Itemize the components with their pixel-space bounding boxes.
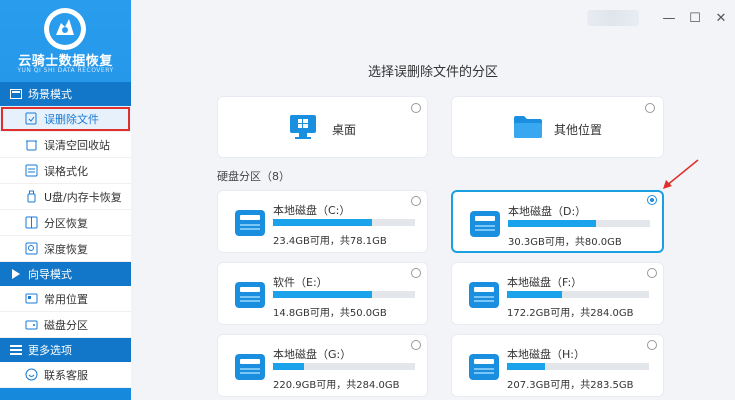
- drive-radio[interactable]: [411, 268, 421, 278]
- sidebar-item-disk-partition[interactable]: 磁盘分区: [0, 312, 131, 338]
- desktop-icon: [289, 114, 317, 143]
- menu-icon: [10, 344, 22, 356]
- drive-name: 本地磁盘（C:）: [273, 204, 351, 217]
- location-card-desktop[interactable]: 桌面: [217, 96, 428, 158]
- sidebar: 云骑士数据恢复 YUN QI SHI DATA RECOVERY 场景模式 误删…: [0, 0, 131, 400]
- scene-menu: 误删除文件 误清空回收站 误格式化 U盘/内存卡恢复 分区恢复 深度恢复: [0, 106, 131, 262]
- location-label-desktop: 桌面: [332, 123, 357, 137]
- drive-name: 本地磁盘（F:）: [507, 276, 583, 289]
- close-button[interactable]: ✕: [715, 11, 727, 26]
- drive-name: 软件（E:）: [273, 276, 328, 289]
- sidebar-item-partition[interactable]: 分区恢复: [0, 210, 131, 236]
- drive-radio[interactable]: [647, 268, 657, 278]
- drive-card[interactable]: 本地磁盘（G:） 220.9GB可用，共284.0GB: [217, 334, 428, 397]
- format-icon: [24, 164, 38, 178]
- disk-icon: [24, 318, 38, 332]
- scene-icon: [10, 88, 22, 100]
- drive-card[interactable]: 本地磁盘（F:） 172.2GB可用，共284.0GB: [451, 262, 664, 325]
- pointer-arrow-icon: [663, 159, 699, 189]
- usage-bar-fill: [273, 219, 373, 226]
- account-area[interactable]: [587, 10, 639, 26]
- usage-bar-fill: [273, 291, 373, 298]
- window-controls: — ☐ ✕: [587, 10, 727, 26]
- support-icon: [24, 368, 38, 382]
- drive-name: 本地磁盘（H:）: [507, 348, 585, 361]
- partition-section-label: 硬盘分区（8）: [217, 170, 290, 183]
- hard-drive-icon: [469, 209, 501, 239]
- folder-icon: [513, 115, 543, 142]
- hard-drive-icon: [468, 280, 500, 310]
- usage-bar-fill: [508, 220, 597, 227]
- location-icon: [24, 292, 38, 306]
- recycle-bin-icon: [24, 138, 38, 152]
- drive-capacity: 30.3GB可用，共80.0GB: [508, 237, 622, 248]
- drive-name: 本地磁盘（G:）: [273, 348, 352, 361]
- file-restore-icon: [24, 112, 38, 126]
- radio-other[interactable]: [645, 103, 655, 113]
- sidebar-item-common-locations[interactable]: 常用位置: [0, 286, 131, 312]
- drive-card[interactable]: 软件（E:） 14.8GB可用，共50.0GB: [217, 262, 428, 325]
- drive-name: 本地磁盘（D:）: [508, 205, 587, 218]
- usage-bar: [508, 220, 650, 227]
- drive-card[interactable]: 本地磁盘（C:） 23.4GB可用，共78.1GB: [217, 190, 428, 253]
- drive-card[interactable]: 本地磁盘（H:） 207.3GB可用，共283.5GB: [451, 334, 664, 397]
- app-logo: 云骑士数据恢复 YUN QI SHI DATA RECOVERY: [0, 0, 131, 82]
- sidebar-item-deep-recovery[interactable]: 深度恢复: [0, 236, 131, 262]
- drive-capacity: 220.9GB可用，共284.0GB: [273, 380, 400, 391]
- hard-drive-icon: [234, 208, 266, 238]
- hard-drive-icon: [468, 352, 500, 382]
- sidebar-item-format[interactable]: 误格式化: [0, 158, 131, 184]
- page-title: 选择误删除文件的分区: [367, 65, 498, 80]
- usage-bar: [273, 363, 415, 370]
- section-more-options: 更多选项: [0, 338, 131, 362]
- location-label-other: 其他位置: [554, 123, 603, 137]
- usage-bar-fill: [273, 363, 305, 370]
- usage-bar-fill: [507, 363, 546, 370]
- drive-radio[interactable]: [411, 196, 421, 206]
- drive-radio[interactable]: [411, 340, 421, 350]
- drive-capacity: 207.3GB可用，共283.5GB: [507, 380, 634, 391]
- more-menu: 联系客服: [0, 362, 131, 388]
- section-wizard-mode: 向导模式: [0, 262, 131, 286]
- app-subtitle: YUN QI SHI DATA RECOVERY: [17, 67, 114, 74]
- usage-bar-fill: [507, 291, 563, 298]
- sidebar-item-usb[interactable]: U盘/内存卡恢复: [0, 184, 131, 210]
- radio-desktop[interactable]: [411, 103, 421, 113]
- usage-bar: [507, 363, 649, 370]
- drive-card[interactable]: 本地磁盘（D:） 30.3GB可用，共80.0GB: [451, 190, 664, 253]
- knight-logo-icon: [44, 8, 86, 50]
- drive-radio[interactable]: [647, 340, 657, 350]
- usage-bar: [273, 291, 415, 298]
- minimize-button[interactable]: —: [663, 11, 676, 26]
- wizard-icon: [10, 268, 22, 280]
- sidebar-item-recycle-bin[interactable]: 误清空回收站: [0, 132, 131, 158]
- hard-drive-icon: [234, 352, 266, 382]
- usage-bar: [273, 219, 415, 226]
- wizard-menu: 常用位置 磁盘分区: [0, 286, 131, 338]
- sidebar-item-contact-support[interactable]: 联系客服: [0, 362, 131, 388]
- sidebar-item-deleted-files[interactable]: 误删除文件: [0, 106, 131, 132]
- drive-capacity: 172.2GB可用，共284.0GB: [507, 308, 634, 319]
- hard-drive-icon: [234, 280, 266, 310]
- drive-capacity: 14.8GB可用，共50.0GB: [273, 308, 387, 319]
- location-card-other[interactable]: 其他位置: [451, 96, 664, 158]
- drive-radio[interactable]: [647, 195, 657, 205]
- drive-capacity: 23.4GB可用，共78.1GB: [273, 236, 387, 247]
- section-scene-mode: 场景模式: [0, 82, 131, 106]
- usage-bar: [507, 291, 649, 298]
- maximize-button[interactable]: ☐: [689, 11, 701, 26]
- partition-icon: [24, 216, 38, 230]
- deep-scan-icon: [24, 242, 38, 256]
- usb-icon: [24, 190, 38, 204]
